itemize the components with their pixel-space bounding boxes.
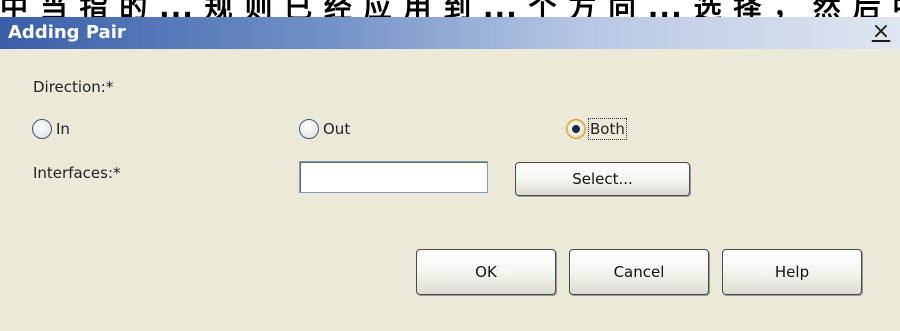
dialog-titlebar[interactable]: Adding Pair ×	[0, 17, 900, 49]
direction-label: Direction:*	[33, 78, 114, 96]
radio-both[interactable]	[566, 119, 586, 139]
radio-out[interactable]	[299, 119, 319, 139]
adding-pair-dialog: Adding Pair × Direction:* In Out Both In…	[0, 17, 900, 331]
radio-out-label: Out	[323, 120, 351, 138]
ok-button[interactable]: OK	[416, 249, 556, 295]
cancel-button[interactable]: Cancel	[569, 249, 709, 295]
help-button[interactable]: Help	[722, 249, 862, 295]
direction-option-out[interactable]: Out	[299, 119, 350, 139]
direction-option-both[interactable]: Both	[566, 118, 627, 140]
interfaces-input[interactable]	[299, 161, 488, 193]
radio-both-label: Both	[588, 118, 627, 140]
radio-in-label: In	[56, 120, 70, 138]
interfaces-label: Interfaces:*	[33, 164, 121, 182]
select-button[interactable]: Select...	[515, 162, 690, 196]
direction-option-in[interactable]: In	[32, 119, 70, 139]
screenshot-page: 中 当 指 的 ... 规 则 已 经 应 用 到 ... 个 方 向 ... …	[0, 0, 900, 331]
radio-in[interactable]	[32, 119, 52, 139]
close-icon[interactable]: ×	[870, 21, 892, 43]
dialog-title: Adding Pair	[8, 22, 126, 43]
